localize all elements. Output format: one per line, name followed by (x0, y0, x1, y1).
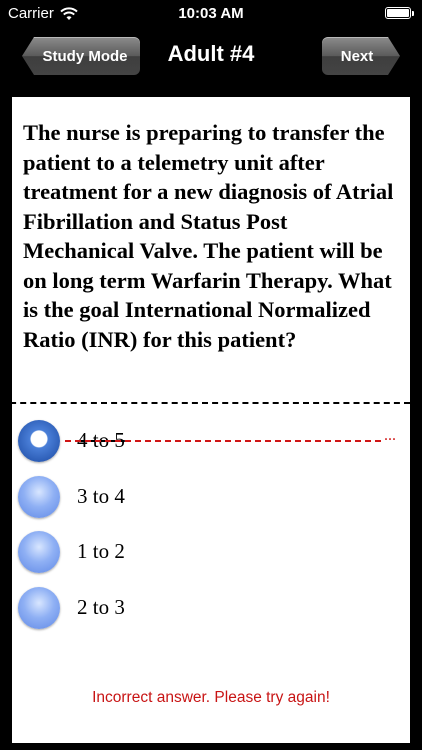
clock: 10:03 AM (178, 5, 244, 22)
answer-option-3[interactable]: 1 to 2 (18, 528, 410, 578)
status-bar: Carrier 10:03 AM (0, 0, 422, 28)
radio-button[interactable] (18, 587, 60, 629)
battery-icon (385, 7, 414, 19)
answer-label: 1 to 2 (77, 539, 125, 563)
navigation-bar: Study Mode Adult #4 Next (0, 28, 422, 84)
next-button[interactable]: Next (322, 37, 400, 75)
question-text: The nurse is preparing to transfer the p… (23, 120, 394, 352)
feedback-message: Incorrect answer. Please try again! (92, 689, 330, 706)
answer-option-2[interactable]: 3 to 4 (18, 473, 410, 523)
radio-button-selected[interactable] (18, 420, 60, 462)
radio-button[interactable] (18, 531, 60, 573)
radio-button[interactable] (18, 476, 60, 518)
incorrect-strike-line (65, 440, 381, 442)
question-divider (0, 402, 410, 404)
incorrect-marker: ... (384, 427, 396, 444)
answer-label: 3 to 4 (77, 484, 125, 508)
answer-label: 2 to 3 (77, 595, 125, 619)
answer-option-1[interactable]: 4 to 5 ... (18, 417, 410, 467)
answer-option-4[interactable]: 2 to 3 (18, 584, 410, 634)
question-card: The nurse is preparing to transfer the p… (0, 97, 410, 743)
